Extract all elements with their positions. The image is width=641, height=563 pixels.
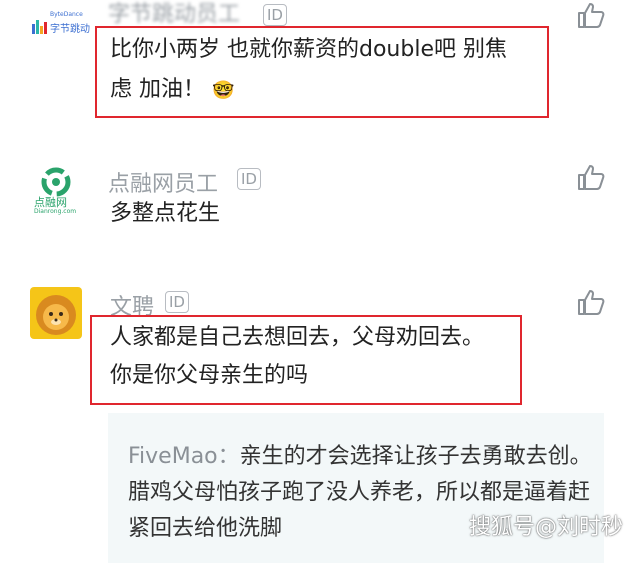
comment-item: 字节跳动 ByteDance 字节跳动员工 ID 比你小两岁 也就你薪资的dou… <box>0 0 641 150</box>
comment-line: 你是你父母亲生的吗 <box>110 363 309 388</box>
bytedance-avatar[interactable]: 字节跳动 ByteDance <box>30 11 90 38</box>
like-icon[interactable] <box>576 287 606 317</box>
like-icon[interactable] <box>576 0 606 30</box>
dianrong-avatar[interactable]: 点融网 Dianrong.com <box>30 166 82 218</box>
id-badge-icon: ID <box>237 168 261 190</box>
reply-separator: ： <box>217 444 240 469</box>
comment-text: 人家都是自己去想回去，父母劝回去。 你是你父母亲生的吗 <box>110 319 520 395</box>
comment-line: 比你小两岁 也就你薪资的double吧 别焦 <box>110 37 507 62</box>
id-badge-icon: ID <box>263 4 287 26</box>
comment-line: 虑 加油！ 🤓 <box>110 77 235 102</box>
comment-item: 点融网 Dianrong.com 点融网员工 ID 多整点花生 <box>0 150 641 285</box>
dianrong-logo-small: Dianrong.com <box>34 208 77 215</box>
comment-text: 多整点花生 <box>110 201 221 226</box>
nerd-emoji-icon: 🤓 <box>212 80 235 101</box>
comment-text: 比你小两岁 也就你薪资的double吧 别焦 虑 加油！ 🤓 <box>110 30 550 111</box>
watermark: 搜狐号@刘时秒 <box>468 515 623 540</box>
lion-avatar[interactable] <box>30 287 82 339</box>
reply-author[interactable]: FiveMao <box>128 444 218 469</box>
like-icon[interactable] <box>576 162 606 192</box>
comment-author-name[interactable]: 字节跳动员工 <box>108 0 240 28</box>
bytedance-logo-small: ByteDance <box>50 11 83 18</box>
bytedance-logo-text: 字节跳动 <box>50 24 90 35</box>
comment-line: 人家都是自己去想回去，父母劝回去。 <box>110 325 485 350</box>
id-badge-icon: ID <box>165 291 189 313</box>
